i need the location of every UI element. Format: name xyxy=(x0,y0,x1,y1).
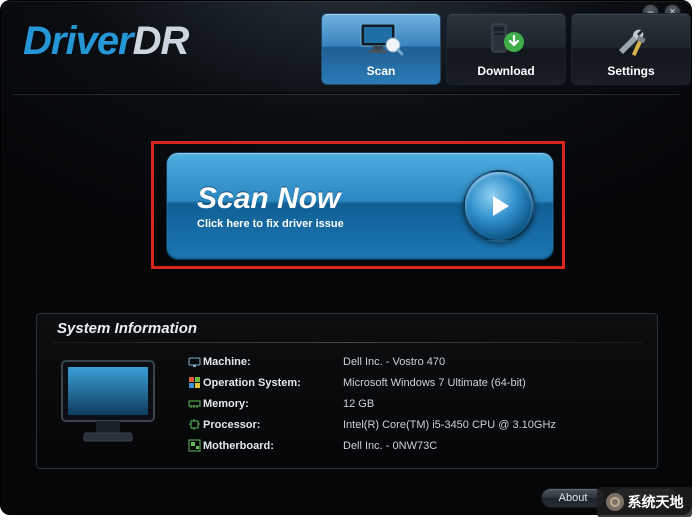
scan-title: Scan Now xyxy=(197,182,344,216)
computer-download-icon xyxy=(484,22,528,65)
row-key: Motherboard: xyxy=(203,440,343,452)
watermark-logo-icon xyxy=(606,493,624,511)
scan-subtitle: Click here to fix driver issue xyxy=(197,218,344,230)
tools-icon xyxy=(611,22,651,63)
tab-settings[interactable]: Settings xyxy=(571,13,691,85)
row-value: Dell Inc. - Vostro 470 xyxy=(343,356,643,368)
table-row: Memory: 12 GB xyxy=(185,393,643,414)
scan-text: Scan Now Click here to fix driver issue xyxy=(197,182,344,230)
system-info-header: System Information xyxy=(37,314,657,343)
table-row: Motherboard: Dell Inc. - 0NW73C xyxy=(185,435,643,456)
table-row: Processor: Intel(R) Core(TM) i5-3450 CPU… xyxy=(185,414,643,435)
row-key: Memory: xyxy=(203,398,343,410)
machine-icon xyxy=(185,355,203,368)
cpu-icon xyxy=(185,418,203,431)
logo-part1: Driver xyxy=(23,19,133,63)
monitor-scan-icon xyxy=(359,22,403,63)
row-value: Dell Inc. - 0NW73C xyxy=(343,440,643,452)
logo-part2: DR xyxy=(133,19,189,63)
tab-download[interactable]: Download xyxy=(446,13,566,85)
scan-highlight-frame: Scan Now Click here to fix driver issue xyxy=(151,141,565,269)
app-window: – × DriverDR Scan xyxy=(0,0,692,515)
main-tabs: Scan Download xyxy=(321,13,691,85)
tab-scan[interactable]: Scan xyxy=(321,13,441,85)
system-info-panel: System Information xyxy=(36,313,658,469)
row-key: Processor: xyxy=(203,419,343,431)
watermark-badge: 系统天地 xyxy=(597,487,692,517)
table-row: Machine: Dell Inc. - Vostro 470 xyxy=(185,351,643,372)
row-key: Machine: xyxy=(203,356,343,368)
play-arrow-icon xyxy=(463,170,535,242)
scan-now-button[interactable]: Scan Now Click here to fix driver issue xyxy=(166,152,554,260)
app-logo: DriverDR xyxy=(23,19,188,64)
tab-settings-label: Settings xyxy=(607,64,654,78)
row-value: Intel(R) Core(TM) i5-3450 CPU @ 3.10GHz xyxy=(343,419,643,431)
about-button[interactable]: About xyxy=(541,488,605,508)
monitor-icon xyxy=(51,351,171,456)
watermark-text: 系统天地 xyxy=(628,492,684,512)
row-value: Microsoft Windows 7 Ultimate (64-bit) xyxy=(343,377,643,389)
tab-download-label: Download xyxy=(477,64,534,78)
motherboard-icon xyxy=(185,439,203,452)
system-info-table: Machine: Dell Inc. - Vostro 470 Operatio… xyxy=(185,351,643,456)
table-row: Operation System: Microsoft Windows 7 Ul… xyxy=(185,372,643,393)
header-divider xyxy=(13,93,679,95)
tab-scan-label: Scan xyxy=(367,64,396,78)
memory-icon xyxy=(185,397,203,410)
row-value: 12 GB xyxy=(343,398,643,410)
os-icon xyxy=(185,376,203,389)
row-key: Operation System: xyxy=(203,377,343,389)
